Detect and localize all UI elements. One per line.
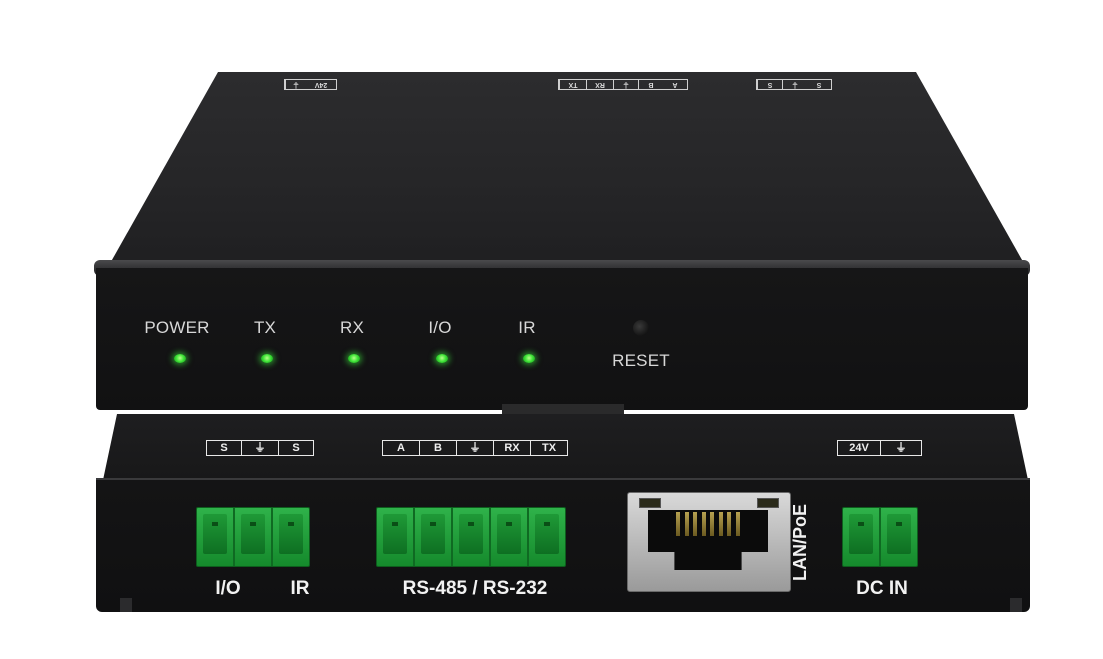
led-label-tx: TX [253, 318, 277, 337]
housing-notch [502, 404, 624, 414]
silk-cell: S [292, 442, 300, 454]
lan-port-contacts [676, 512, 740, 536]
top-silk-cell: RX [586, 80, 613, 89]
dc-in-label: DC IN [856, 578, 908, 599]
terminal-pin[interactable] [529, 508, 565, 566]
top-silk-cell: S [757, 80, 782, 89]
power-led-indicator [174, 354, 186, 363]
top-silk-cell: TX [559, 80, 586, 89]
io-ir-terminal-block[interactable] [196, 507, 310, 567]
terminal-pin[interactable] [197, 508, 235, 566]
silk-cell: 24V [838, 441, 881, 455]
serial-port-label: RS-485 / RS-232 [402, 578, 548, 599]
serial-terminal-block[interactable] [376, 507, 566, 567]
terminal-pin[interactable] [491, 508, 529, 566]
silk-cell: RX [494, 441, 531, 455]
led-label-io: I/O [428, 318, 452, 337]
ir-led-indicator [523, 354, 535, 363]
silk-serial: A B ⏚ RX TX [382, 440, 568, 456]
lan-link-led [639, 498, 661, 508]
ir-port-label: IR [290, 578, 310, 599]
terminal-pin[interactable] [881, 508, 917, 566]
device-top-lid [108, 72, 1026, 267]
device-foot [1010, 598, 1022, 612]
led-label-ir: IR [518, 318, 536, 337]
silk-cell: S [207, 441, 242, 455]
led-label-power: POWER [144, 318, 210, 337]
terminal-pin[interactable] [843, 508, 881, 566]
terminal-pin[interactable] [453, 508, 491, 566]
top-silk-cell: ⏚ [782, 80, 807, 89]
io-port-label: I/O [215, 578, 241, 599]
top-silk-serial: TX RX ⏚ B A [558, 79, 688, 90]
terminal-pin[interactable] [415, 508, 453, 566]
silk-cell: B [420, 441, 457, 455]
top-silk-cell: A [672, 81, 678, 88]
silk-cell: A [383, 441, 420, 455]
silk-cell: ⏚ [895, 442, 907, 454]
lan-activity-led [757, 498, 779, 508]
top-silk-cell: S [816, 81, 822, 88]
silk-power: 24V ⏚ [837, 440, 922, 456]
terminal-pin[interactable] [235, 508, 273, 566]
io-led-indicator [436, 354, 448, 363]
top-silk-cell: ⏚ [613, 80, 638, 89]
terminal-pin[interactable] [273, 508, 309, 566]
dc-in-terminal-block[interactable] [842, 507, 918, 567]
lan-poe-label: LAN/PoE [790, 503, 810, 581]
terminal-pin[interactable] [377, 508, 415, 566]
rx-led-indicator [348, 354, 360, 363]
silk-cell: ⏚ [457, 441, 494, 455]
top-silk-io-ir: S ⏚ S [756, 79, 832, 90]
silk-cell: TX [541, 442, 557, 454]
silk-cell: ⏚ [242, 441, 279, 455]
top-silk-cell: ⏚ [285, 80, 306, 89]
led-label-rx: RX [339, 318, 365, 337]
silk-io-ir: S ⏚ S [206, 440, 314, 456]
top-silk-cell: 24V [314, 81, 328, 88]
device-foot [120, 598, 132, 612]
reset-button[interactable] [633, 320, 649, 336]
tx-led-indicator [261, 354, 273, 363]
top-silk-cell: B [638, 80, 663, 89]
front-panel [96, 268, 1028, 410]
reset-label: RESET [612, 351, 670, 370]
top-silk-power: ⏚ 24V [284, 79, 337, 90]
